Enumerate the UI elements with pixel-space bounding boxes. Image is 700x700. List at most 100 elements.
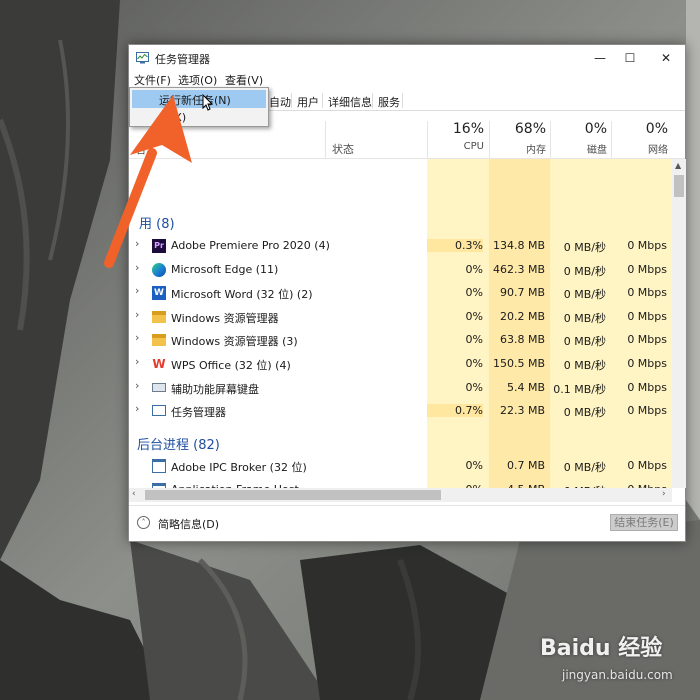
process-network: 0 Mbps [627, 459, 667, 472]
process-row[interactable]: Application Frame Host0%4.5 MB0 MB/秒0 Mb… [129, 478, 672, 488]
scroll-right-icon[interactable]: › [662, 489, 666, 499]
process-memory: 150.5 MB [492, 357, 545, 370]
chevron-right-icon[interactable]: › [135, 284, 139, 297]
tab-details[interactable]: 详细信息 [324, 94, 376, 110]
process-cpu: 0.3% [427, 239, 483, 252]
horizontal-scroll-thumb[interactable] [145, 490, 441, 500]
process-name: 任务管理器 [171, 406, 226, 420]
process-network: 0 Mbps [627, 286, 667, 300]
window-title: 任务管理器 [155, 53, 210, 66]
process-disk: 0 MB/秒 [563, 335, 606, 349]
process-row[interactable]: › Windows 资源管理器 (3) 0% 63.8 MB 0 MB/秒 0 Mbps [129, 328, 672, 351]
column-network[interactable]: 网络 [608, 141, 668, 156]
annotation-arrow-icon [104, 95, 192, 268]
process-row[interactable]: › 任务管理器 0.7% 22.3 MB 0 MB/秒 0 Mbps [129, 399, 672, 422]
process-cpu: 0% [465, 286, 483, 300]
process-network: 0 Mbps [627, 262, 667, 276]
tab-separator [291, 93, 292, 108]
process-memory: 22.3 MB [499, 404, 545, 418]
word-icon: W [152, 286, 166, 301]
tab-separator [322, 93, 323, 108]
process-cpu: 0% [465, 459, 483, 472]
process-row[interactable]: › Windows 资源管理器 0% 20.2 MB 0 MB/秒 0 Mbps [129, 305, 672, 328]
tab-users[interactable]: 用户 [293, 94, 323, 110]
process-row[interactable]: › Pr Adobe Premiere Pro 2020 (4) 0.3% 134.8 … [129, 234, 672, 257]
chevron-right-icon[interactable]: › [135, 355, 139, 368]
wps-icon: W [152, 357, 166, 371]
chevron-up-icon[interactable]: ˄ [137, 516, 150, 529]
process-disk: 0 MB/秒 [563, 241, 606, 254]
horizontal-scrollbar[interactable]: ‹ › [129, 488, 672, 502]
watermark-url: jingyan.baidu.com [562, 668, 673, 682]
folder-icon [152, 334, 166, 347]
process-disk: 0 MB/秒 [563, 406, 606, 420]
process-network: 0 Mbps [627, 404, 667, 418]
process-disk: 0.1 MB/秒 [553, 382, 606, 396]
process-cpu: 0.7% [427, 404, 483, 418]
process-row[interactable]: › W Microsoft Word (32 位) (2) 0% 90.7 MB 0 MB… [129, 281, 672, 304]
column-status[interactable]: 状态 [332, 141, 354, 157]
column-disk[interactable]: 磁盘 [547, 141, 607, 156]
process-row[interactable]: › 辅助功能屏幕键盘 0% 5.4 MB 0.1 MB/秒 0 Mbps [129, 376, 672, 399]
task-manager-icon [136, 52, 149, 64]
tab-services[interactable]: 服务 [374, 94, 404, 110]
menu-options[interactable]: 选项(O) [178, 72, 217, 88]
title-bar[interactable]: 任务管理器 — ☐ ✕ [129, 45, 685, 71]
close-button[interactable]: ✕ [649, 45, 683, 71]
chevron-right-icon[interactable]: › [135, 308, 139, 321]
process-network: 0 Mbps [627, 239, 667, 252]
process-memory: 90.7 MB [499, 286, 545, 300]
minimize-button[interactable]: — [583, 45, 617, 71]
process-row[interactable]: › W WPS Office (32 位) (4) 0% 150.5 MB 0 MB/秒 0… [129, 352, 672, 375]
process-memory: 63.8 MB [499, 333, 545, 347]
process-name: Microsoft Word (32 位) (2) [171, 288, 313, 302]
tab-separator [372, 93, 373, 108]
process-name: WPS Office (32 位) (4) [171, 359, 291, 372]
process-disk: 0 MB/秒 [563, 264, 606, 278]
process-memory: 134.8 MB [492, 239, 545, 252]
process-disk: 0 MB/秒 [563, 311, 606, 325]
task-manager-icon [152, 405, 166, 417]
scroll-left-icon[interactable]: ‹ [132, 489, 136, 499]
watermark-logo: Baidu 经验 [540, 636, 663, 661]
process-network: 0 Mbps [627, 333, 667, 347]
process-row[interactable]: › Microsoft Edge (11) 0% 462.3 MB 0 MB/秒 0 Mb… [129, 258, 672, 281]
process-memory: 462.3 MB [492, 262, 545, 276]
group-header-background[interactable]: 后台进程 (82) [137, 434, 220, 453]
process-disk: 0 MB/秒 [563, 461, 606, 474]
disk-percent: 0% [584, 121, 607, 137]
process-cpu: 0% [465, 380, 483, 394]
process-name: Adobe IPC Broker (32 位) [171, 461, 307, 474]
chevron-right-icon[interactable]: › [135, 379, 139, 392]
network-percent: 0% [645, 121, 668, 137]
maximize-button[interactable]: ☐ [613, 45, 647, 71]
process-icon [152, 459, 166, 473]
end-task-button[interactable]: 结束任务(E) [610, 514, 678, 531]
vertical-scroll-thumb[interactable] [674, 175, 684, 197]
footer: ˄ 简略信息(D) 结束任务(E) [129, 505, 685, 541]
column-memory[interactable]: 内存 [486, 141, 546, 156]
process-name: 辅助功能屏幕键盘 [171, 382, 259, 396]
chevron-right-icon[interactable]: › [135, 402, 139, 415]
chevron-right-icon[interactable]: › [135, 331, 139, 344]
scroll-up-icon[interactable]: ▲ [675, 161, 681, 170]
tab-separator [402, 93, 403, 108]
fewer-details-link[interactable]: 简略信息(D) [158, 516, 219, 532]
memory-percent: 68% [514, 121, 546, 137]
process-memory: 5.4 MB [506, 380, 545, 394]
keyboard-icon [152, 382, 166, 392]
column-cpu[interactable]: CPU [424, 141, 484, 152]
process-name: Windows 资源管理器 (3) [171, 335, 298, 349]
process-disk: 0 MB/秒 [563, 288, 606, 302]
process-memory: 0.7 MB [506, 459, 545, 472]
menu-view[interactable]: 查看(V) [225, 72, 263, 88]
cpu-percent: 16% [452, 121, 484, 137]
menu-bar: 文件(F) 选项(O) 查看(V) [129, 70, 685, 88]
process-cpu: 0% [465, 357, 483, 370]
process-cpu: 0% [465, 333, 483, 347]
process-network: 0 Mbps [627, 309, 667, 323]
process-row[interactable]: Adobe IPC Broker (32 位) 0% 0.7 MB 0 MB/秒 0 M… [129, 454, 672, 477]
menu-file[interactable]: 文件(F) [134, 72, 171, 88]
vertical-scrollbar[interactable]: ▲ [672, 159, 686, 488]
column-separator[interactable] [325, 121, 326, 159]
